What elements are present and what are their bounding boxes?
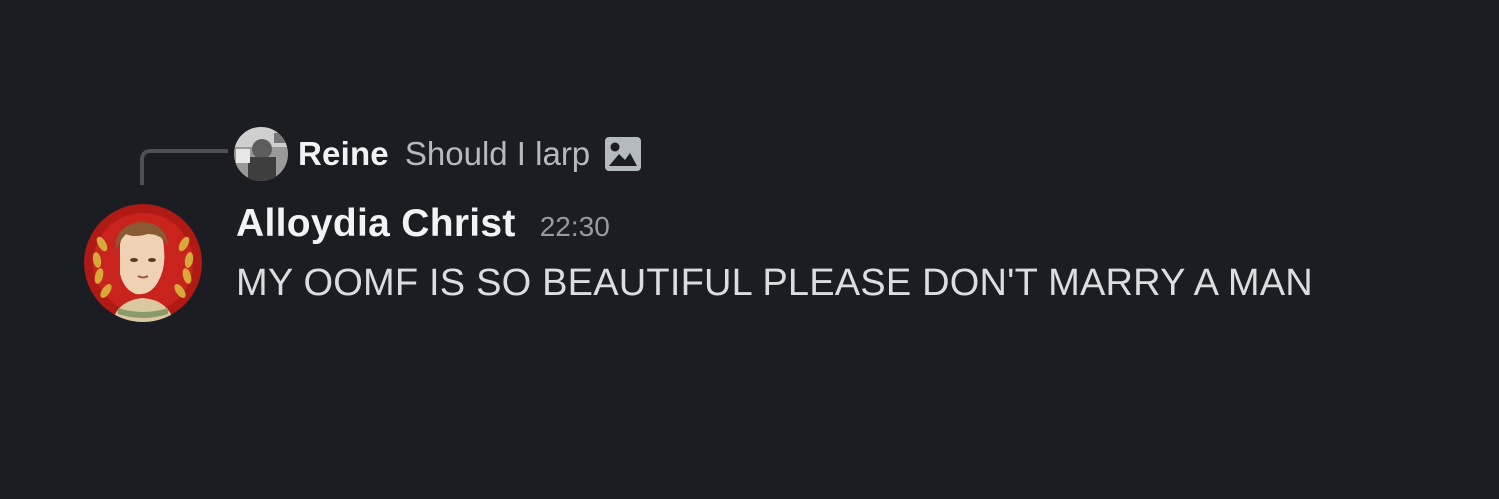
author-avatar[interactable] [84, 204, 202, 322]
reply-avatar[interactable] [234, 127, 288, 181]
message-content: MY OOMF IS SO BEAUTIFUL PLEASE DON'T MAR… [236, 262, 1313, 304]
reply-author-name[interactable]: Reine [298, 135, 389, 173]
image-icon [604, 136, 642, 172]
reply-preview-text[interactable]: Should I larp [405, 135, 590, 173]
reply-spine [140, 149, 228, 185]
reply-reference[interactable]: Reine Should I larp [234, 125, 642, 183]
chat-message: Reine Should I larp Alloydia Christ 22:3… [0, 0, 1499, 499]
author-name[interactable]: Alloydia Christ [236, 202, 516, 246]
message-header: Alloydia Christ 22:30 [236, 202, 610, 254]
timestamp[interactable]: 22:30 [540, 211, 610, 243]
